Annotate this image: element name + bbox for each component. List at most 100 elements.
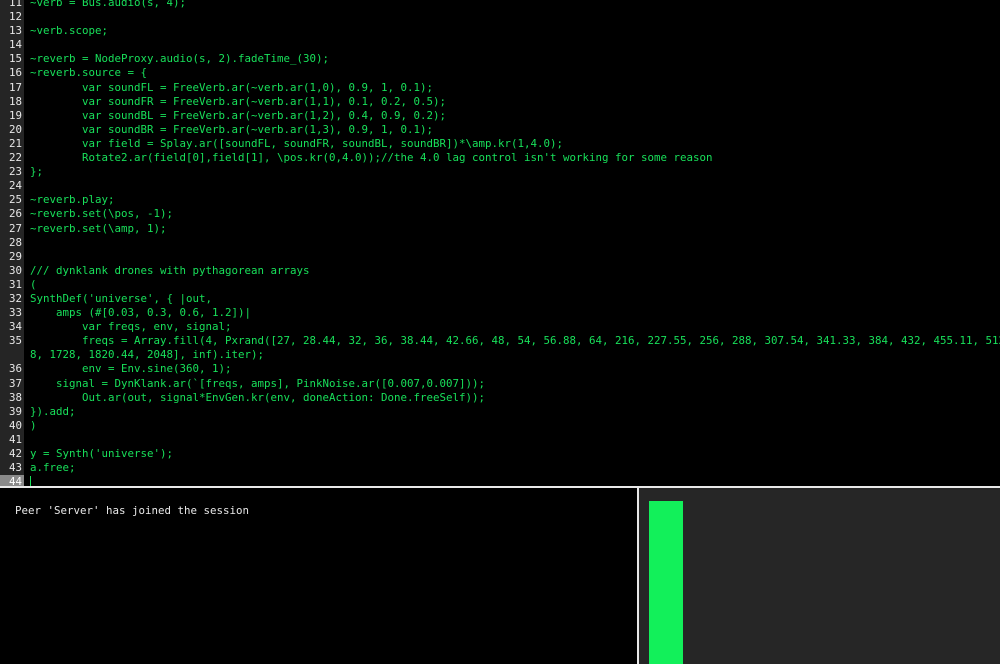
code-line[interactable]: 12 — [0, 10, 1000, 25]
code-line[interactable]: 11 ~verb = Bus.audio(s, 4); — [0, 0, 1000, 11]
code-line[interactable]: 36 env = Env.sine(360, 1); — [0, 362, 1000, 377]
code-line[interactable]: 34 var freqs, env, signal; — [0, 320, 1000, 335]
code-text: amps (#[0.03, 0.3, 0.6, 1.2])| — [30, 306, 252, 320]
code-text: /// dynklank drones with pythagorean arr… — [30, 263, 310, 277]
line-number: 24 — [0, 179, 24, 194]
line-number: 39 — [0, 404, 24, 419]
code-text: ) — [30, 418, 37, 432]
code-line[interactable]: 17 var soundFL = FreeVerb.ar(~verb.ar(1,… — [0, 80, 1000, 95]
code-line[interactable]: 44 — [0, 475, 1000, 486]
line-number — [0, 348, 24, 363]
line-number: 21 — [0, 136, 24, 152]
code-text: }; — [30, 165, 44, 179]
code-text: ~reverb.set(\amp, 1); — [30, 221, 167, 235]
code-line[interactable]: 35 freqs = Array.fill(4, Pxrand([27, 28.… — [0, 334, 1000, 349]
code-line[interactable]: 28 — [0, 235, 1000, 250]
code-line[interactable]: 25 ~reverb.play; — [0, 193, 1000, 208]
line-number: 19 — [0, 108, 24, 123]
code-line[interactable]: 27 ~reverb.set(\amp, 1); — [0, 221, 1000, 236]
line-number: 36 — [0, 362, 24, 377]
line-number: 29 — [0, 249, 24, 264]
line-number: 18 — [0, 94, 24, 109]
code-line[interactable]: 29 — [0, 249, 1000, 264]
code-line[interactable]: 42 y = Synth('universe'); — [0, 447, 1000, 462]
code-line[interactable]: 18 var soundFR = FreeVerb.ar(~verb.ar(1,… — [0, 94, 1000, 109]
line-number: 33 — [0, 306, 24, 321]
code-text: signal = DynKlank.ar(`[freqs, amps], Pin… — [30, 376, 486, 390]
line-number: 15 — [0, 52, 24, 67]
code-line[interactable]: 33 amps (#[0.03, 0.3, 0.6, 1.2])| — [0, 306, 1000, 321]
code-text: freqs = Array.fill(4, Pxrand([27, 28.44,… — [30, 334, 1000, 348]
line-number: 12 — [0, 10, 24, 25]
code-line[interactable]: 20 var soundBR = FreeVerb.ar(~verb.ar(1,… — [0, 122, 1000, 137]
code-text: Rotate2.ar(field[0],field[1], \pos.kr(0,… — [30, 151, 713, 165]
code-text: ~reverb.play; — [30, 193, 115, 207]
line-number: 32 — [0, 291, 24, 307]
code-line[interactable]: 41 — [0, 432, 1000, 447]
line-number: 30 — [0, 263, 24, 278]
line-number: 11 — [0, 0, 24, 11]
code-line[interactable]: 16 ~reverb.source = { — [0, 66, 1000, 81]
code-text: var soundBL = FreeVerb.ar(~verb.ar(1,2),… — [30, 108, 447, 122]
line-number: 26 — [0, 207, 24, 222]
code-text: var soundBR = FreeVerb.ar(~verb.ar(1,3),… — [30, 122, 434, 136]
code-text: var freqs, env, signal; — [30, 320, 232, 334]
code-text: }).add; — [30, 404, 76, 418]
line-number: 13 — [0, 24, 24, 39]
line-number: 22 — [0, 151, 24, 166]
line-number: 28 — [0, 235, 24, 250]
line-number: 17 — [0, 80, 24, 95]
post-message: Peer 'Server' has joined the session — [15, 504, 250, 517]
code-line[interactable]: 19 var soundBL = FreeVerb.ar(~verb.ar(1,… — [0, 108, 1000, 123]
code-line[interactable]: 38 Out.ar(out, signal*EnvGen.kr(env, don… — [0, 390, 1000, 405]
level-meter-track — [649, 498, 683, 664]
code-text: ~verb = Bus.audio(s, 4); — [30, 0, 187, 9]
code-line[interactable]: 23}; — [0, 165, 1000, 180]
code-text: ~reverb.set(\pos, -1); — [30, 207, 174, 221]
code-line[interactable]: 40) — [0, 418, 1000, 433]
code-lines: 11 ~verb = Bus.audio(s, 4); 12 13 ~verb.scop… — [0, 0, 1000, 486]
code-line[interactable]: 30 /// dynklank drones with pythagorean a… — [0, 263, 1000, 278]
line-number: 16 — [0, 66, 24, 81]
code-line[interactable]: 26 ~reverb.set(\pos, -1); — [0, 207, 1000, 222]
line-number: 14 — [0, 38, 24, 53]
line-number: 38 — [0, 390, 24, 405]
code-line[interactable]: 22 Rotate2.ar(field[0],field[1], \pos.kr… — [0, 151, 1000, 166]
line-number: 23 — [0, 165, 24, 180]
line-number: 27 — [0, 221, 24, 236]
code-text: y = Synth('universe'); — [30, 447, 174, 460]
code-line[interactable]: 31 ( — [0, 277, 1000, 292]
level-meter-panel — [639, 488, 1000, 664]
code-text: SynthDef('universe', { |out, — [30, 291, 213, 305]
text-cursor — [30, 476, 31, 486]
code-text: env = Env.sine(360, 1); — [30, 362, 232, 376]
code-line[interactable]: 21 var field = Splay.ar([soundFL, soundF… — [0, 136, 1000, 152]
code-line[interactable]: 13 ~verb.scope; — [0, 24, 1000, 39]
code-text: var field = Splay.ar([soundFL, soundFR, … — [30, 136, 564, 150]
line-number: 44 — [0, 475, 24, 486]
code-text: ( — [30, 277, 37, 291]
level-meter-bar — [649, 501, 683, 664]
code-editor[interactable]: 11 ~verb = Bus.audio(s, 4); 12 13 ~verb.scop… — [0, 0, 1000, 486]
line-number: 43 — [0, 461, 24, 476]
code-text: var soundFL = FreeVerb.ar(~verb.ar(1,0),… — [30, 80, 434, 94]
line-number: 42 — [0, 447, 24, 462]
code-line[interactable]: 39 }).add; — [0, 404, 1000, 419]
code-text: ~verb.scope; — [30, 24, 109, 38]
code-text: 8, 1728, 1820.44, 2048], inf).iter); — [30, 348, 265, 362]
code-line[interactable]: 14 — [0, 38, 1000, 53]
code-line[interactable]: 24 — [0, 179, 1000, 194]
code-text: a.free; — [30, 461, 76, 475]
code-text: ~reverb = NodeProxy.audio(s, 2).fadeTime… — [30, 52, 330, 66]
code-text: var soundFR = FreeVerb.ar(~verb.ar(1,1),… — [30, 94, 447, 108]
code-line[interactable]: 8, 1728, 1820.44, 2048], inf).iter); — [0, 348, 1000, 363]
code-line[interactable]: 32 SynthDef('universe', { |out, — [0, 291, 1000, 307]
code-text: Out.ar(out, signal*EnvGen.kr(env, doneAc… — [30, 390, 486, 404]
line-number: 37 — [0, 376, 24, 391]
code-line[interactable]: 15 ~reverb = NodeProxy.audio(s, 2).fadeTi… — [0, 52, 1000, 67]
line-number: 35 — [0, 334, 24, 349]
code-line[interactable]: 37 signal = DynKlank.ar(`[freqs, amps], … — [0, 376, 1000, 391]
line-number: 31 — [0, 277, 24, 292]
line-number: 41 — [0, 432, 24, 447]
code-line[interactable]: 43 a.free; — [0, 461, 1000, 476]
